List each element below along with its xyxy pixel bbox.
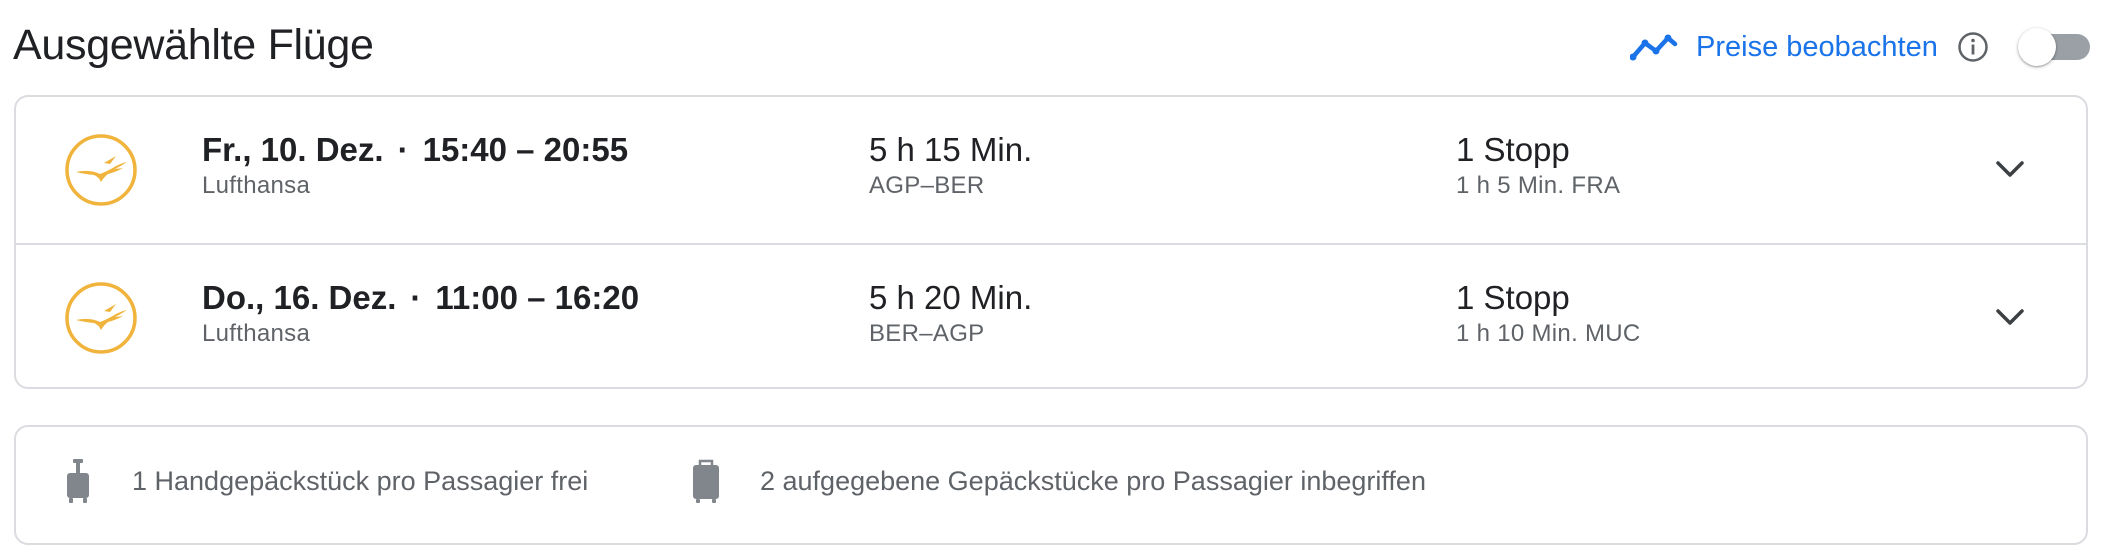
toggle-knob	[2018, 28, 2056, 66]
flight-stops: 1 Stopp	[1456, 131, 1570, 168]
flight-main-info: Fr., 10. Dez. · 15:40 – 20:55 Lufthansa	[202, 130, 628, 202]
flight-stops-col: 1 Stopp 1 h 10 Min. MUC	[1456, 278, 1641, 350]
trending-line-icon	[1630, 24, 1678, 70]
flight-duration: 5 h 15 Min.	[869, 131, 1033, 168]
flight-stops: 1 Stopp	[1456, 279, 1570, 316]
lufthansa-logo-icon	[64, 133, 138, 207]
page-title: Ausgewählte Flüge	[13, 21, 374, 69]
flight-main-info: Do., 16. Dez. · 11:00 – 16:20 Lufthansa	[202, 278, 639, 350]
carry-on-luggage-icon	[60, 457, 96, 505]
flight-layover: 1 h 5 Min. FRA	[1456, 172, 1621, 199]
track-prices-label: Preise beobachten	[1696, 30, 1938, 63]
airline-name: Lufthansa	[202, 320, 311, 347]
flight-duration-col: 5 h 15 Min. AGP–BER	[869, 130, 1032, 202]
flight-stops-col: 1 Stopp 1 h 5 Min. FRA	[1456, 130, 1620, 202]
flight-date: Fr., 10. Dez.	[202, 131, 384, 168]
flight-layover: 1 h 10 Min. MUC	[1456, 320, 1641, 347]
baggage-card: 1 Handgepäckstück pro Passagier frei 2 a…	[14, 425, 2088, 545]
flight-times: 11:00 – 16:20	[435, 279, 640, 316]
checked-luggage-icon	[688, 457, 724, 505]
dot-separator: ·	[397, 131, 409, 168]
flight-date-times: Do., 16. Dez. · 11:00 – 16:20	[202, 278, 639, 318]
flight-duration: 5 h 20 Min.	[869, 279, 1033, 316]
dot-separator: ·	[410, 279, 422, 316]
track-prices-toggle[interactable]	[2018, 28, 2092, 66]
chevron-down-icon[interactable]	[1990, 297, 2030, 337]
checked-baggage-label: 2 aufgegebene Gepäckstücke pro Passagier…	[760, 465, 1426, 496]
flight-row-outbound[interactable]: Fr., 10. Dez. · 15:40 – 20:55 Lufthansa 5 …	[16, 97, 2086, 243]
carry-on-baggage: 1 Handgepäckstück pro Passagier frei	[60, 457, 588, 505]
carry-on-label: 1 Handgepäckstück pro Passagier frei	[132, 465, 589, 496]
flight-date: Do., 16. Dez.	[202, 279, 397, 316]
flight-route: AGP–BER	[869, 172, 985, 199]
flight-row-return[interactable]: Do., 16. Dez. · 11:00 – 16:20 Lufthansa 5 …	[16, 245, 2086, 387]
info-icon[interactable]	[1956, 30, 1990, 64]
airline-name: Lufthansa	[202, 172, 311, 199]
flight-duration-col: 5 h 20 Min. BER–AGP	[869, 278, 1032, 350]
track-prices-button[interactable]: Preise beobachten	[1630, 24, 1938, 70]
flights-card: Fr., 10. Dez. · 15:40 – 20:55 Lufthansa 5 …	[14, 95, 2088, 389]
flight-route: BER–AGP	[869, 320, 985, 347]
flight-times: 15:40 – 20:55	[422, 131, 629, 168]
flight-date-times: Fr., 10. Dez. · 15:40 – 20:55	[202, 130, 628, 170]
checked-baggage: 2 aufgegebene Gepäckstücke pro Passagier…	[688, 457, 1426, 505]
chevron-down-icon[interactable]	[1990, 149, 2030, 189]
lufthansa-logo-icon	[64, 281, 138, 355]
header: Ausgewählte Flüge Preise beobachten	[0, 0, 2106, 94]
